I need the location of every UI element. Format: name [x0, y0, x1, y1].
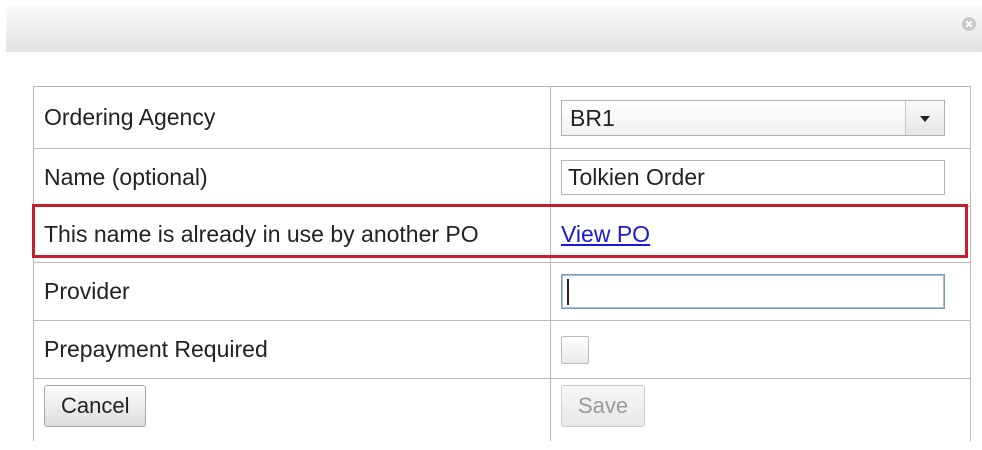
ordering-agency-label: Ordering Agency [33, 86, 551, 149]
provider-row: Provider [33, 262, 971, 321]
text-caret [567, 279, 569, 305]
chevron-down-icon[interactable] [905, 100, 944, 135]
ordering-agency-row: Ordering Agency BR1 [33, 86, 971, 149]
name-label: Name (optional) [33, 148, 551, 207]
view-po-link[interactable]: View PO [561, 221, 650, 247]
name-input[interactable] [561, 160, 945, 195]
actions-row: Cancel Save [33, 378, 971, 441]
ordering-agency-select[interactable]: BR1 [561, 99, 945, 136]
name-conflict-row: This name is already in use by another P… [33, 206, 971, 263]
name-conflict-message: This name is already in use by another P… [33, 206, 551, 263]
po-dialog: Ordering Agency BR1 Name (optional) This… [0, 0, 982, 450]
cancel-button[interactable]: Cancel [44, 385, 147, 427]
provider-label: Provider [33, 262, 551, 321]
dialog-titlebar [6, 6, 982, 52]
name-row: Name (optional) [33, 148, 971, 207]
po-form-table: Ordering Agency BR1 Name (optional) This… [33, 86, 971, 441]
close-icon[interactable] [962, 17, 976, 31]
save-button[interactable]: Save [561, 385, 646, 427]
provider-input[interactable] [561, 274, 945, 309]
prepayment-row: Prepayment Required [33, 320, 971, 379]
prepayment-checkbox[interactable] [561, 335, 589, 364]
ordering-agency-value: BR1 [570, 104, 615, 131]
prepayment-label: Prepayment Required [33, 320, 551, 379]
